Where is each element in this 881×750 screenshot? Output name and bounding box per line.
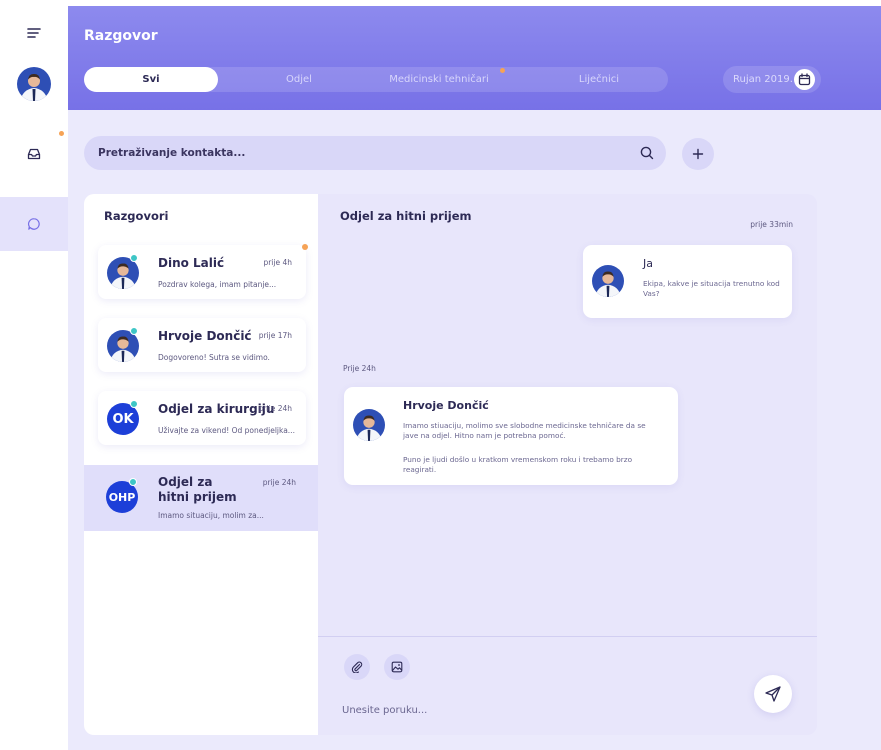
inbox-icon bbox=[27, 148, 41, 160]
conversation-preview: Imamo situaciju, molim za... bbox=[158, 511, 264, 520]
chat-timestamp: prije 33min bbox=[750, 220, 793, 229]
message-sender: Hrvoje Dončić bbox=[403, 399, 489, 412]
send-icon bbox=[765, 686, 781, 702]
message-text: Imamo stiuaciju, molimo sve slobodne med… bbox=[403, 421, 646, 440]
tab-odjel[interactable]: Odjel bbox=[234, 67, 364, 92]
tab-lijecnici[interactable]: Liječnici bbox=[539, 67, 659, 92]
left-rail bbox=[0, 0, 68, 750]
user-avatar[interactable] bbox=[0, 64, 68, 104]
calendar-icon bbox=[794, 69, 815, 90]
send-button[interactable] bbox=[754, 675, 792, 713]
conversation-time: prije 24h bbox=[262, 478, 296, 487]
tab-bar: Svi Odjel Medicinski tehničari Liječnici bbox=[84, 67, 668, 92]
message-bubble: Hrvoje Dončić Imamo stiuaciju, molimo sv… bbox=[344, 387, 678, 485]
composer-divider bbox=[318, 636, 817, 637]
conversation-time: prije 24h bbox=[258, 404, 292, 413]
header: Razgovor Svi Odjel Medicinski tehničari … bbox=[68, 6, 881, 110]
online-indicator bbox=[130, 400, 138, 408]
message-timestamp: Prije 24h bbox=[343, 364, 376, 373]
conversation-name: Odjel za kirurgiju bbox=[158, 402, 275, 416]
plus-icon bbox=[692, 148, 704, 160]
page-title: Razgovor bbox=[84, 28, 158, 44]
conversation-preview: Dogovoreno! Sutra se vidimo. bbox=[158, 353, 270, 362]
tab-svi[interactable]: Svi bbox=[84, 67, 218, 92]
inbox-notification-dot bbox=[59, 131, 64, 136]
avatar bbox=[17, 67, 51, 101]
message-input[interactable] bbox=[342, 700, 722, 720]
conversation-name-line2: hitni prijem bbox=[158, 490, 237, 504]
conversation-name: Odjel za hitni prijem bbox=[158, 475, 237, 505]
chat-title: Odjel za hitni prijem bbox=[340, 209, 472, 223]
message-sender: Ja bbox=[643, 257, 653, 270]
search-icon[interactable] bbox=[639, 145, 655, 161]
conversation-name: Dino Lalić bbox=[158, 256, 225, 270]
online-indicator bbox=[129, 478, 137, 486]
online-indicator bbox=[130, 254, 138, 262]
conversation-item-active[interactable]: OHP Odjel za hitni prijem prije 24h Imamo… bbox=[84, 465, 318, 531]
conversation-preview: Pozdrav kolega, imam pitanje... bbox=[158, 280, 277, 289]
conversation-name-line1: Odjel za bbox=[158, 475, 213, 489]
message-text: Ekipa, kakve je situacija trenutno kod V… bbox=[643, 279, 780, 298]
image-button[interactable] bbox=[384, 654, 410, 680]
conversation-list-title: Razgovori bbox=[104, 209, 169, 223]
message-text: Puno je ljudi došlo u kratkom vremenskom… bbox=[403, 455, 633, 474]
unread-dot bbox=[302, 244, 308, 250]
tab-notification-dot bbox=[500, 68, 505, 73]
date-label: Rujan 2019. bbox=[733, 74, 793, 85]
avatar bbox=[353, 409, 385, 441]
menu-button[interactable] bbox=[0, 18, 68, 48]
avatar bbox=[592, 265, 624, 297]
search-input[interactable] bbox=[98, 136, 618, 170]
conversation-item[interactable]: Dino Lalić prije 4h Pozdrav kolega, imam… bbox=[98, 245, 306, 299]
conversation-time: prije 17h bbox=[258, 331, 292, 340]
conversation-preview: Uživajte za vikend! Od ponedjeljka... bbox=[158, 426, 295, 435]
main-area: Razgovor Svi Odjel Medicinski tehničari … bbox=[68, 6, 881, 750]
menu-icon bbox=[27, 28, 41, 38]
chat-panel: Odjel za hitni prijem prije 33min Ja Eki… bbox=[318, 194, 817, 735]
paperclip-icon bbox=[351, 661, 363, 673]
attach-button[interactable] bbox=[344, 654, 370, 680]
inbox-button[interactable] bbox=[0, 136, 68, 172]
conversation-list: Razgovori Dino Lalić prije 4h Pozdrav ko… bbox=[84, 194, 318, 735]
conversation-item[interactable]: Hrvoje Dončić prije 17h Dogovoreno! Sutr… bbox=[98, 318, 306, 372]
conversation-name: Hrvoje Dončić bbox=[158, 329, 252, 343]
tab-medicinski-tehnicari[interactable]: Medicinski tehničari bbox=[364, 67, 514, 92]
contact-search bbox=[84, 136, 666, 170]
image-icon bbox=[391, 661, 403, 673]
conversation-time: prije 4h bbox=[263, 258, 292, 267]
add-contact-button[interactable] bbox=[682, 138, 714, 170]
message-bubble-own: Ja Ekipa, kakve je situacija trenutno ko… bbox=[583, 245, 792, 318]
online-indicator bbox=[130, 327, 138, 335]
conversation-item[interactable]: OK Odjel za kirurgiju prije 24h Uživajte… bbox=[98, 391, 306, 445]
chat-nav-button[interactable] bbox=[0, 197, 68, 251]
date-picker[interactable]: Rujan 2019. bbox=[723, 66, 821, 93]
chat-bubble-icon bbox=[28, 218, 40, 230]
